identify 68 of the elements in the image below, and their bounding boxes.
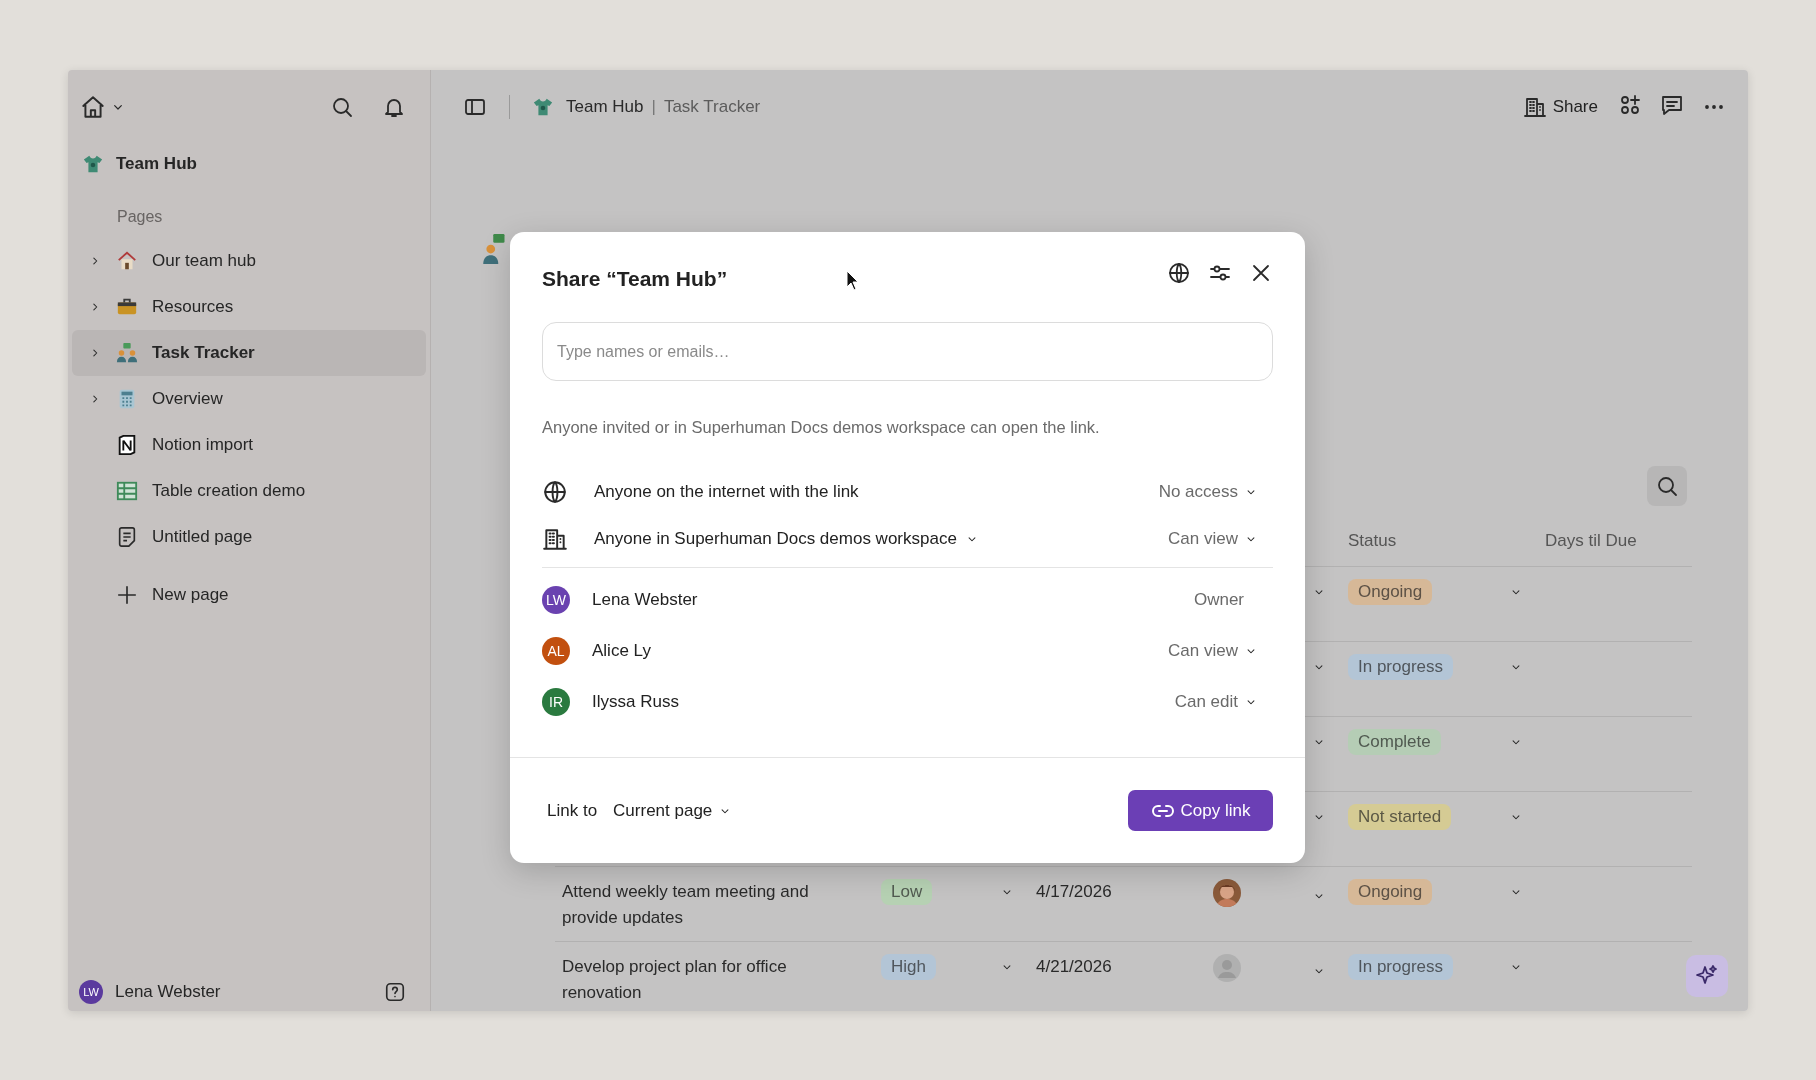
cursor-icon xyxy=(846,270,860,291)
link-target-dropdown[interactable]: Current page xyxy=(613,800,1128,821)
home-icon[interactable] xyxy=(80,94,106,120)
priority-tag: Low xyxy=(881,879,933,905)
person-name: Alice Ly xyxy=(592,640,652,661)
sidebar-item[interactable]: Untitled page xyxy=(72,514,426,560)
column-header[interactable]: Days til Due xyxy=(1545,531,1691,551)
search-icon[interactable] xyxy=(330,95,354,119)
task-name: Develop project plan for office renovation xyxy=(562,956,788,1004)
permission-label: Owner xyxy=(1193,589,1244,610)
column-header[interactable]: Status xyxy=(1348,531,1545,551)
user-avatar[interactable]: LW xyxy=(79,980,103,1004)
user-name: Lena Webster xyxy=(115,982,222,1002)
plus-icon xyxy=(116,584,138,606)
sidebar-item[interactable]: Table creation demo xyxy=(72,468,426,514)
link-to-label: Link to xyxy=(547,800,598,821)
access-note: Anyone invited or in Superhuman Docs demos workspace can open the link. xyxy=(542,417,1101,438)
new-page-button[interactable]: New page xyxy=(72,572,426,618)
search-button[interactable] xyxy=(1647,466,1687,506)
avatar: IR xyxy=(542,687,570,716)
due-date: 4/17/2026 xyxy=(1036,882,1112,902)
section-label: Pages xyxy=(117,207,163,227)
sidebar-item[interactable]: Resources xyxy=(72,284,426,330)
share-button[interactable]: Share xyxy=(1522,95,1598,119)
shirt-icon xyxy=(82,153,104,175)
status-tag: Not started xyxy=(1348,804,1452,830)
due-date: 4/21/2026 xyxy=(1036,957,1112,977)
avatar-icon xyxy=(1213,954,1241,982)
access-label: Anyone in Superhuman Docs demos workspace xyxy=(594,528,957,549)
person-name: Lena Webster xyxy=(592,589,699,610)
search-icon xyxy=(1655,474,1679,498)
status-tag: Ongoing xyxy=(1348,879,1433,905)
globe-icon xyxy=(542,478,568,505)
page-icon xyxy=(116,526,138,548)
workspace-item[interactable]: Team Hub xyxy=(68,144,430,184)
breadcrumb-link[interactable]: Task Tracker xyxy=(663,97,761,117)
access-label: Anyone on the internet with the link xyxy=(594,481,859,502)
breadcrumb-link[interactable]: Team Hub xyxy=(566,97,644,117)
status-tag: Complete xyxy=(1348,729,1441,755)
status-tag: In progress xyxy=(1348,654,1454,680)
building-icon xyxy=(1522,95,1547,119)
task-name: Attend weekly team meeting and provide updates xyxy=(562,881,810,929)
dialog-title: Share “Team Hub” xyxy=(542,267,728,291)
status-tag: In progress xyxy=(1348,954,1454,980)
sidebar-item[interactable]: Task Tracker xyxy=(72,330,426,376)
status-tag: Ongoing xyxy=(1348,579,1433,605)
shirt-icon xyxy=(532,96,554,118)
people-icon xyxy=(116,342,138,364)
priority-tag: High xyxy=(881,954,936,980)
help-icon[interactable] xyxy=(384,981,406,1003)
ai-assistant-button[interactable] xyxy=(1686,955,1728,997)
table-icon xyxy=(116,480,138,502)
sidebar-item[interactable]: Our team hub xyxy=(72,238,426,284)
sidebar-item[interactable]: Overview xyxy=(72,376,426,422)
invite-field[interactable]: Type names or emails… xyxy=(542,322,1273,381)
avatar: AL xyxy=(542,636,570,665)
breadcrumb-separator: | xyxy=(651,97,656,117)
sidebar-item[interactable]: Notion import xyxy=(72,422,426,468)
person-name: Ilyssa Russ xyxy=(592,691,680,712)
permission-dropdown[interactable]: Can view xyxy=(1168,640,1258,661)
permission-dropdown[interactable]: Can edit xyxy=(1174,691,1258,712)
permission-dropdown[interactable]: No access xyxy=(1158,481,1258,502)
copy-link-button[interactable]: Copy link xyxy=(1128,790,1273,831)
add-apps-icon[interactable] xyxy=(1618,92,1642,117)
avatar: LW xyxy=(542,585,570,614)
house-icon xyxy=(116,250,138,272)
globe-icon[interactable] xyxy=(1167,261,1191,285)
permission-dropdown[interactable]: Can view xyxy=(1168,528,1258,549)
